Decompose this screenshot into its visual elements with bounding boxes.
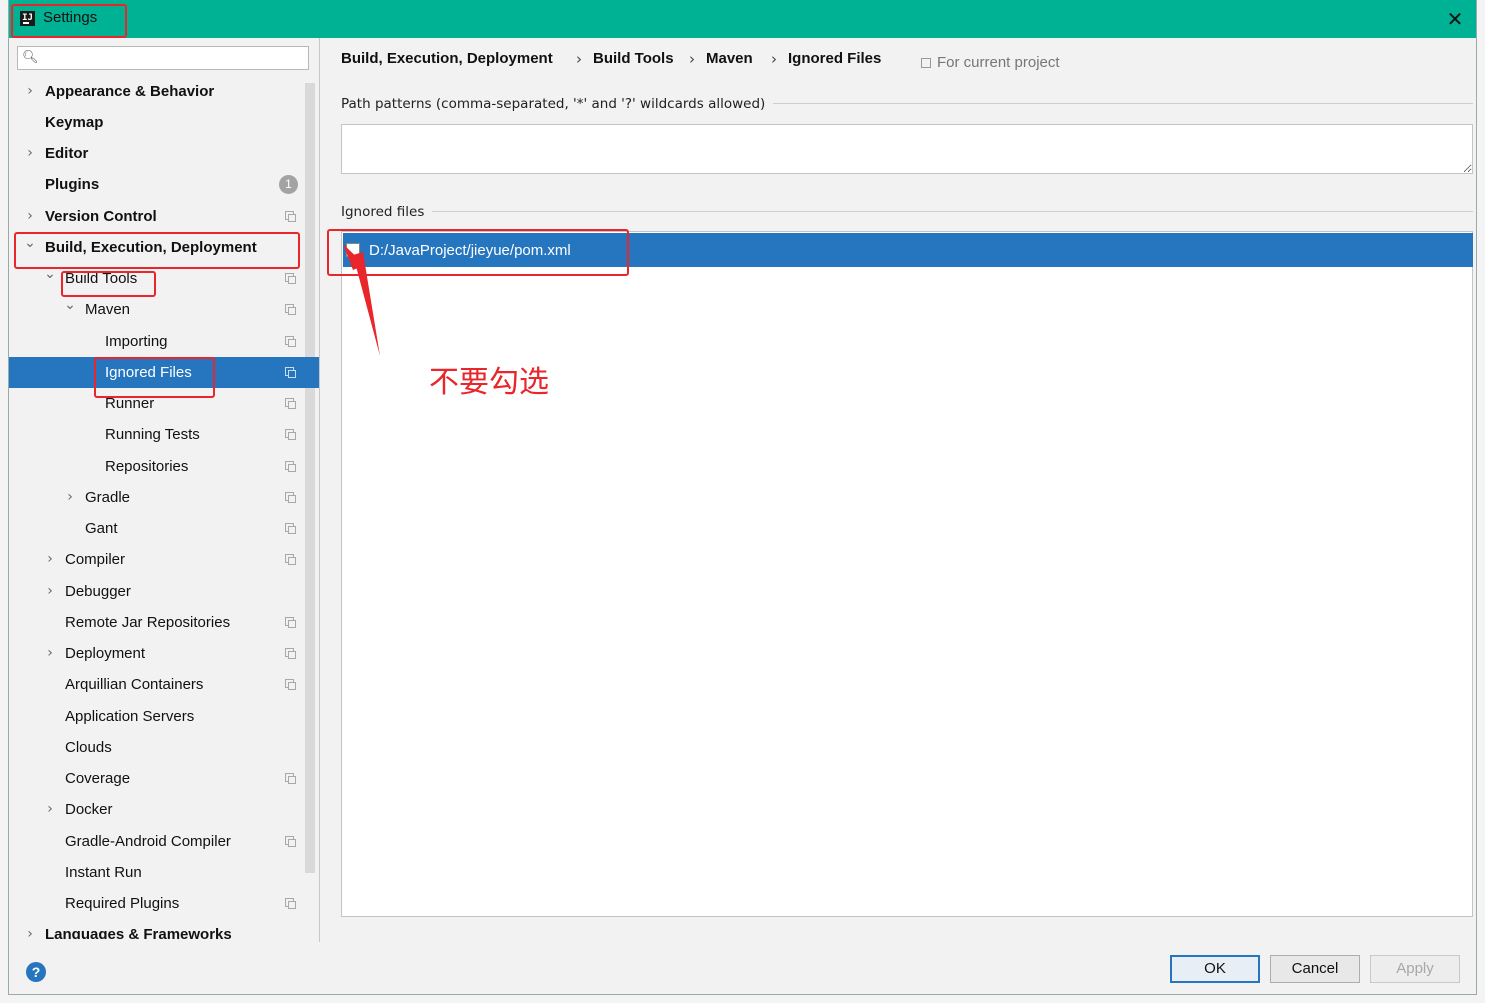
- settings-dialog: IJ Settings ✕ 🔍︎ › Appearance & Behavior K…: [9, 0, 1476, 994]
- cancel-button[interactable]: Cancel: [1270, 955, 1360, 983]
- help-button[interactable]: ?: [26, 962, 46, 982]
- annotation-arrow: [343, 244, 380, 356]
- apply-button[interactable]: Apply: [1370, 955, 1460, 983]
- background-window-left: [0, 0, 9, 1003]
- background-window-right: [1476, 0, 1485, 1003]
- ok-button[interactable]: OK: [1170, 955, 1260, 983]
- background-window-bottom: [0, 994, 1485, 1003]
- annotation-callout: 不要勾选: [429, 365, 549, 400]
